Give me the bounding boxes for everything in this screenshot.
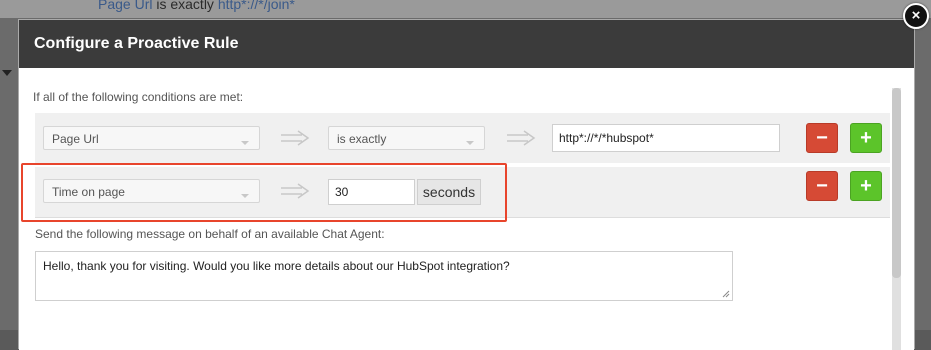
condition-operator-value: is exactly xyxy=(337,132,387,146)
add-condition-button[interactable]: + xyxy=(850,123,882,153)
condition-field-select[interactable]: Page Url xyxy=(43,126,260,150)
background-value-text: http*://*/join* xyxy=(217,0,295,12)
modal-header: Configure a Proactive Rule xyxy=(19,20,914,68)
remove-condition-button[interactable]: − xyxy=(806,123,838,153)
condition-row: Page Url is exactly http*://*/*hubspot* … xyxy=(35,113,890,163)
background-rule-row: Page Url is exactly http*://*/join* xyxy=(0,0,931,18)
condition-operator-select[interactable]: is exactly xyxy=(328,126,485,150)
close-icon[interactable]: × xyxy=(903,3,929,29)
chevron-down-icon xyxy=(241,141,249,145)
modal-title: Configure a Proactive Rule xyxy=(34,35,239,52)
modal-body: If all of the following conditions are m… xyxy=(19,68,914,350)
background-field-label: Page Url xyxy=(98,0,153,12)
background-dropdown-icon xyxy=(2,70,12,76)
message-text: Hello, thank you for visiting. Would you… xyxy=(43,259,510,273)
highlight-annotation xyxy=(21,163,507,222)
background-rule-text: Page Url is exactly http*://*/join* xyxy=(98,0,295,12)
message-textarea[interactable]: Hello, thank you for visiting. Would you… xyxy=(35,251,733,301)
condition-value-input[interactable]: http*://*/*hubspot* xyxy=(552,124,780,152)
arrow-right-icon xyxy=(281,130,310,146)
proactive-rule-modal: Configure a Proactive Rule If all of the… xyxy=(18,19,915,350)
remove-condition-button[interactable]: − xyxy=(806,171,838,201)
add-condition-button[interactable]: + xyxy=(850,171,882,201)
arrow-right-icon xyxy=(507,130,536,146)
conditions-intro: If all of the following conditions are m… xyxy=(33,90,244,104)
scrollbar-thumb[interactable] xyxy=(892,88,901,278)
send-message-label: Send the following message on behalf of … xyxy=(35,227,385,241)
chevron-down-icon xyxy=(466,141,474,145)
resize-grip-icon[interactable] xyxy=(722,290,730,298)
condition-field-value: Page Url xyxy=(52,132,99,146)
background-operator-text: is exactly xyxy=(156,0,214,12)
